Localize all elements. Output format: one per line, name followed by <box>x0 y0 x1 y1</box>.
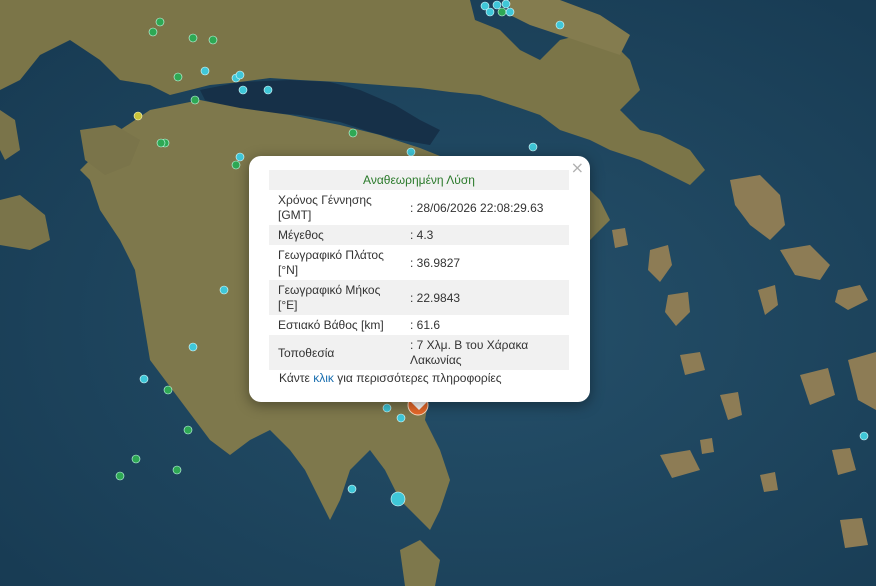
more-info-text: Κάντε κλικ για περισσότερες πληροφορίες <box>279 371 502 385</box>
quake-marker[interactable] <box>188 342 198 352</box>
quake-marker[interactable] <box>188 33 198 43</box>
quake-marker[interactable] <box>263 85 273 95</box>
quake-marker[interactable] <box>131 454 141 464</box>
quake-marker[interactable] <box>396 413 406 423</box>
quake-marker-yellow[interactable] <box>133 111 143 121</box>
quake-marker[interactable] <box>173 72 183 82</box>
table-row: Γεωγραφικό Πλάτος [°N] : 36.9827 <box>269 245 569 280</box>
quake-marker[interactable] <box>208 35 218 45</box>
quake-marker[interactable] <box>348 128 358 138</box>
quake-marker[interactable] <box>219 285 229 295</box>
quake-marker[interactable] <box>231 160 241 170</box>
quake-marker[interactable] <box>235 70 245 80</box>
longitude-value: : 22.9843 <box>404 280 569 315</box>
quake-marker[interactable] <box>497 7 507 17</box>
table-row: Χρόνος Γέννησης [GMT] : 28/06/2026 22:08… <box>269 190 569 225</box>
latitude-label: Γεωγραφικό Πλάτος [°N] <box>278 248 384 277</box>
more-info-link[interactable]: κλικ <box>313 371 334 385</box>
quake-marker[interactable] <box>485 7 495 17</box>
location-label: Τοποθεσία <box>269 335 404 370</box>
location-value: : 7 Χλμ. Β του Χάρακα Λακωνίας <box>404 335 569 370</box>
quake-marker[interactable] <box>155 17 165 27</box>
origin-time-label: Χρόνος Γέννησης [GMT] <box>278 193 372 222</box>
quake-marker[interactable] <box>190 95 200 105</box>
quake-marker[interactable] <box>163 385 173 395</box>
table-row: Τοποθεσία : 7 Χλμ. Β του Χάρακα Λακωνίας <box>269 335 569 370</box>
quake-marker[interactable] <box>235 152 245 162</box>
earthquake-info-table: Αναθεωρημένη Λύση Χρόνος Γέννησης [GMT] … <box>269 170 569 370</box>
magnitude-value: : 4.3 <box>404 225 569 245</box>
close-icon[interactable]: × <box>571 159 584 177</box>
quake-marker[interactable] <box>139 374 149 384</box>
table-row: Εστιακό Βάθος [km] : 61.6 <box>269 315 569 335</box>
longitude-label: Γεωγραφικό Μήκος [°E] <box>269 280 404 315</box>
more-info-prefix: Κάντε <box>279 371 310 385</box>
quake-marker[interactable] <box>555 20 565 30</box>
magnitude-label: Μέγεθος <box>269 225 404 245</box>
quake-marker[interactable] <box>200 66 210 76</box>
table-row: Μέγεθος : 4.3 <box>269 225 569 245</box>
quake-marker[interactable] <box>148 27 158 37</box>
quake-marker[interactable] <box>492 0 502 10</box>
latitude-value: : 36.9827 <box>410 255 461 270</box>
quake-marker[interactable] <box>528 142 538 152</box>
origin-time-value: : 28/06/2026 22:08:29.63 <box>410 200 544 215</box>
quake-marker[interactable] <box>347 484 357 494</box>
quake-marker[interactable] <box>406 147 416 157</box>
table-row: Γεωγραφικό Μήκος [°E] : 22.9843 <box>269 280 569 315</box>
quake-marker[interactable] <box>115 471 125 481</box>
quake-marker[interactable] <box>156 138 166 148</box>
quake-marker[interactable] <box>859 431 869 441</box>
quake-marker[interactable] <box>390 491 406 507</box>
more-info-suffix: για περισσότερες πληροφορίες <box>337 371 502 385</box>
popup-title: Αναθεωρημένη Λύση <box>269 170 569 190</box>
land-island-small-c <box>700 438 714 454</box>
earthquake-info-popup: × Αναθεωρημένη Λύση Χρόνος Γέννησης [GMT… <box>249 156 590 402</box>
quake-marker[interactable] <box>382 403 392 413</box>
quake-marker[interactable] <box>501 0 511 9</box>
quake-marker[interactable] <box>172 465 182 475</box>
depth-value: : 61.6 <box>410 318 441 332</box>
quake-marker[interactable] <box>505 7 515 17</box>
quake-marker[interactable] <box>238 85 248 95</box>
depth-label: Εστιακό Βάθος [km] <box>278 318 384 332</box>
quake-marker[interactable] <box>183 425 193 435</box>
